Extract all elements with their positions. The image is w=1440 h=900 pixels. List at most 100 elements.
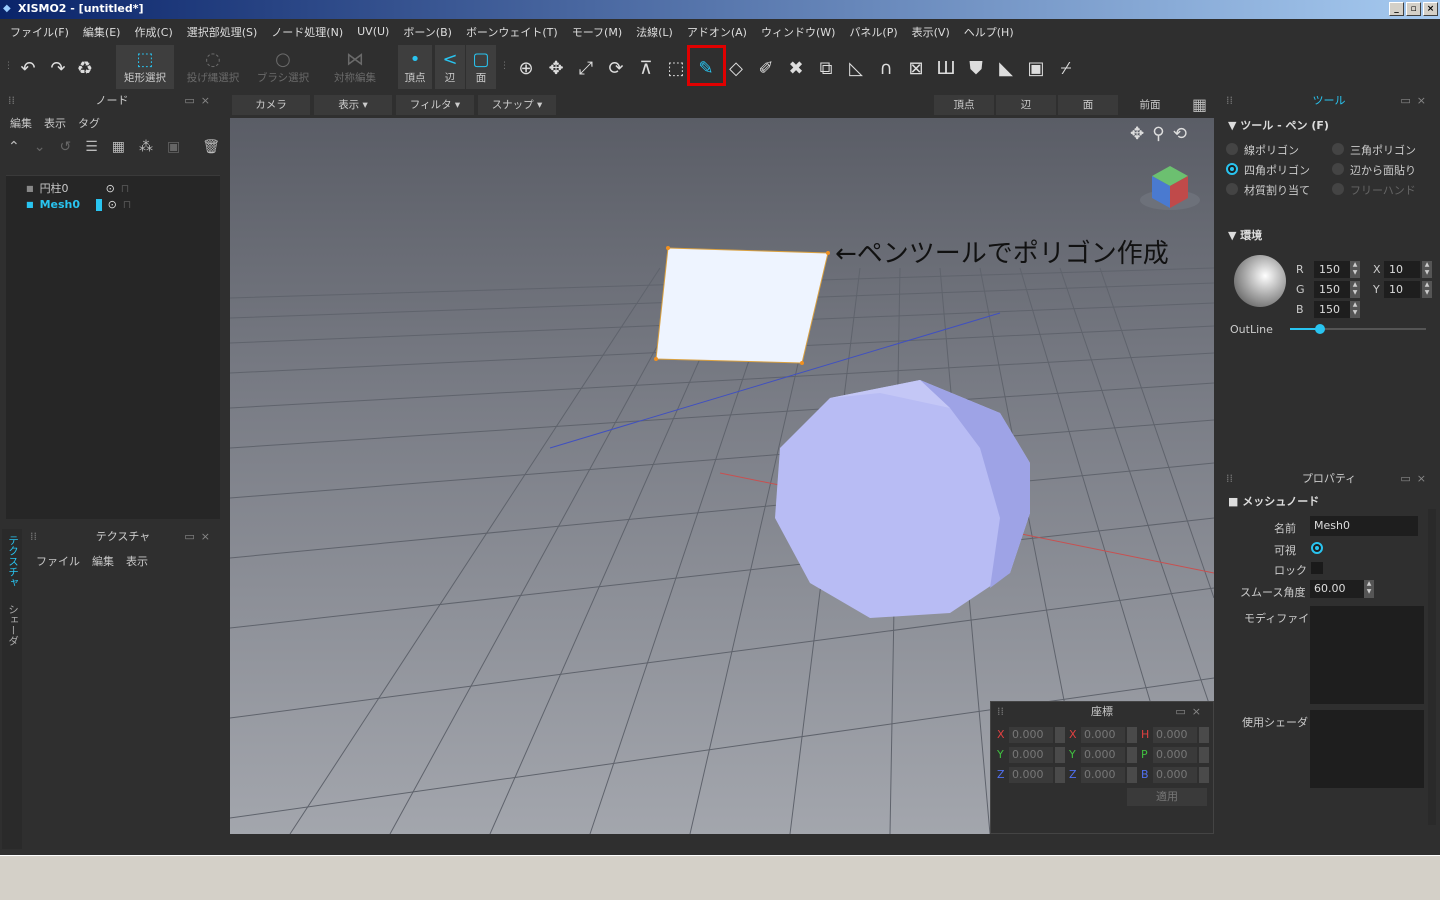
- close-button[interactable]: ×: [1423, 2, 1438, 16]
- group-icon[interactable]: ⁂: [139, 139, 153, 155]
- bag-icon[interactable]: ⛊: [964, 57, 988, 81]
- light-sphere-preview[interactable]: [1234, 255, 1286, 307]
- filter-dropdown[interactable]: フィルタ ▾: [396, 95, 474, 115]
- node-menu-edit[interactable]: 編集: [10, 115, 32, 131]
- menu-uv[interactable]: UV(U): [357, 25, 389, 38]
- trash-icon[interactable]: 🗑: [202, 139, 220, 155]
- radio-triangle-polygon[interactable]: [1332, 143, 1344, 155]
- lasso-select-button[interactable]: ◌ 投げ縄選択: [182, 45, 244, 89]
- down-icon[interactable]: ⌄: [34, 139, 46, 155]
- panel-controls[interactable]: ▭×: [1400, 469, 1432, 489]
- coord-spin[interactable]: [1055, 727, 1065, 743]
- radio-freehand[interactable]: [1332, 183, 1344, 195]
- cylinder-mesh[interactable]: [775, 380, 1030, 618]
- scale-icon[interactable]: ⤢: [574, 57, 598, 81]
- lock-icon[interactable]: ⊓: [123, 198, 132, 211]
- view-cube-icon[interactable]: ▦: [1192, 95, 1207, 114]
- menu-selection[interactable]: 選択部処理(S): [187, 24, 258, 40]
- lock-icon[interactable]: ⊓: [121, 182, 130, 195]
- marquee-icon[interactable]: ⬚: [664, 57, 688, 81]
- radio-quad-polygon[interactable]: [1226, 163, 1238, 175]
- film-icon[interactable]: ▣: [1024, 57, 1048, 81]
- radio-line-polygon[interactable]: [1226, 143, 1238, 155]
- visible-toggle[interactable]: [1311, 542, 1323, 554]
- extrude-icon[interactable]: Ш: [934, 57, 958, 81]
- minimize-button[interactable]: _: [1389, 2, 1404, 16]
- coord-spin[interactable]: [1127, 727, 1137, 743]
- redo-icon[interactable]: ↷: [46, 57, 70, 81]
- globe-icon[interactable]: ⊕: [514, 57, 538, 81]
- edge-mode-button[interactable]: < 辺: [435, 45, 465, 89]
- eye-icon[interactable]: ⊙: [106, 182, 115, 195]
- outline-slider-handle[interactable]: [1314, 324, 1325, 334]
- coord-b-field[interactable]: 0.000: [1153, 767, 1197, 783]
- x-spin[interactable]: ▲ ▼: [1422, 261, 1432, 278]
- smooth-angle-input[interactable]: 60.00: [1310, 580, 1364, 598]
- face-mode-button[interactable]: ▢ 面: [466, 45, 496, 89]
- radio-material-assign[interactable]: [1226, 183, 1238, 195]
- r-input[interactable]: 150: [1314, 261, 1350, 278]
- apply-button[interactable]: 適用: [1127, 788, 1207, 806]
- shader-list[interactable]: [1310, 710, 1424, 788]
- bevel-icon[interactable]: ◺: [844, 57, 868, 81]
- edge-view-button[interactable]: 辺: [996, 95, 1056, 115]
- radio-edge-face[interactable]: [1332, 163, 1344, 175]
- property-scrollbar[interactable]: [1428, 509, 1436, 825]
- smooth-angle-spin[interactable]: ▲ ▼: [1364, 580, 1374, 598]
- camera-dropdown[interactable]: カメラ: [232, 95, 310, 115]
- menu-window[interactable]: ウィンドウ(W): [761, 24, 835, 40]
- menu-addon[interactable]: アドオン(A): [687, 24, 747, 40]
- coord-h-field[interactable]: 0.000: [1153, 727, 1197, 743]
- coord-z2-field[interactable]: 0.000: [1081, 767, 1125, 783]
- panel-controls[interactable]: ▭×: [184, 91, 216, 111]
- snap-dropdown[interactable]: スナップ ▾: [478, 95, 556, 115]
- texture-menu-file[interactable]: ファイル: [36, 553, 80, 569]
- cube-icon[interactable]: ▣: [167, 139, 180, 155]
- front-view-button[interactable]: 前面: [1120, 95, 1180, 115]
- texture-menu-edit[interactable]: 編集: [92, 553, 114, 569]
- menu-morph[interactable]: モーフ(M): [572, 24, 622, 40]
- coord-z-field[interactable]: 0.000: [1009, 767, 1053, 783]
- edit-icon[interactable]: ⌿: [1054, 57, 1078, 81]
- eraser-icon[interactable]: ◇: [724, 57, 748, 81]
- g-input[interactable]: 150: [1314, 281, 1350, 298]
- symmetry-edit-button[interactable]: ⋈ 対称編集: [326, 45, 384, 89]
- rect-select-button[interactable]: ⬚ 矩形選択: [116, 45, 174, 89]
- grid-icon[interactable]: ▦: [112, 139, 125, 155]
- y-spin[interactable]: ▲ ▼: [1422, 281, 1432, 298]
- knife-icon[interactable]: ✐: [754, 57, 778, 81]
- coord-x-field[interactable]: 0.000: [1009, 727, 1053, 743]
- tool-section-header[interactable]: ▼ ツール - ペン (F): [1228, 117, 1329, 133]
- node-item-cylinder[interactable]: ■ 円柱0 ⊙ ⊓: [26, 180, 129, 196]
- vertex-view-button[interactable]: 頂点: [934, 95, 994, 115]
- coord-spin[interactable]: [1055, 747, 1065, 763]
- tab-shader[interactable]: シェーダ: [6, 604, 21, 646]
- list-icon[interactable]: ☰: [85, 139, 98, 155]
- coord-spin[interactable]: [1055, 767, 1065, 783]
- menu-node[interactable]: ノード処理(N): [271, 24, 343, 40]
- axis-icon[interactable]: ⊼: [634, 57, 658, 81]
- y-input[interactable]: 10: [1384, 281, 1420, 298]
- lock-checkbox[interactable]: [1311, 562, 1323, 574]
- up-icon[interactable]: ⌃: [8, 139, 20, 155]
- brush-select-button[interactable]: ○ ブラシ選択: [252, 45, 314, 89]
- coord-spin[interactable]: [1127, 767, 1137, 783]
- coord-p-field[interactable]: 0.000: [1153, 747, 1197, 763]
- node-menu-tag[interactable]: タグ: [78, 115, 100, 131]
- undo-node-icon[interactable]: ↺: [59, 139, 71, 155]
- slice-icon[interactable]: ◣: [994, 57, 1018, 81]
- coord-spin[interactable]: [1199, 767, 1209, 783]
- node-menu-view[interactable]: 表示: [44, 115, 66, 131]
- node-item-mesh[interactable]: ■ Mesh0 ⊙ ⊓: [26, 198, 131, 211]
- move-icon[interactable]: ✥: [544, 57, 568, 81]
- name-input[interactable]: Mesh0: [1310, 516, 1418, 536]
- merge-icon[interactable]: ✖: [784, 57, 808, 81]
- mesh-node-section[interactable]: ■ メッシュノード: [1228, 493, 1319, 509]
- menu-create[interactable]: 作成(C): [134, 24, 172, 40]
- coord-spin[interactable]: [1199, 747, 1209, 763]
- menu-normal[interactable]: 法線(L): [636, 24, 673, 40]
- panel-controls[interactable]: ▭×: [1175, 702, 1207, 722]
- texture-menu-view[interactable]: 表示: [126, 553, 148, 569]
- coord-spin[interactable]: [1199, 727, 1209, 743]
- rotate-icon[interactable]: ⟳: [604, 57, 628, 81]
